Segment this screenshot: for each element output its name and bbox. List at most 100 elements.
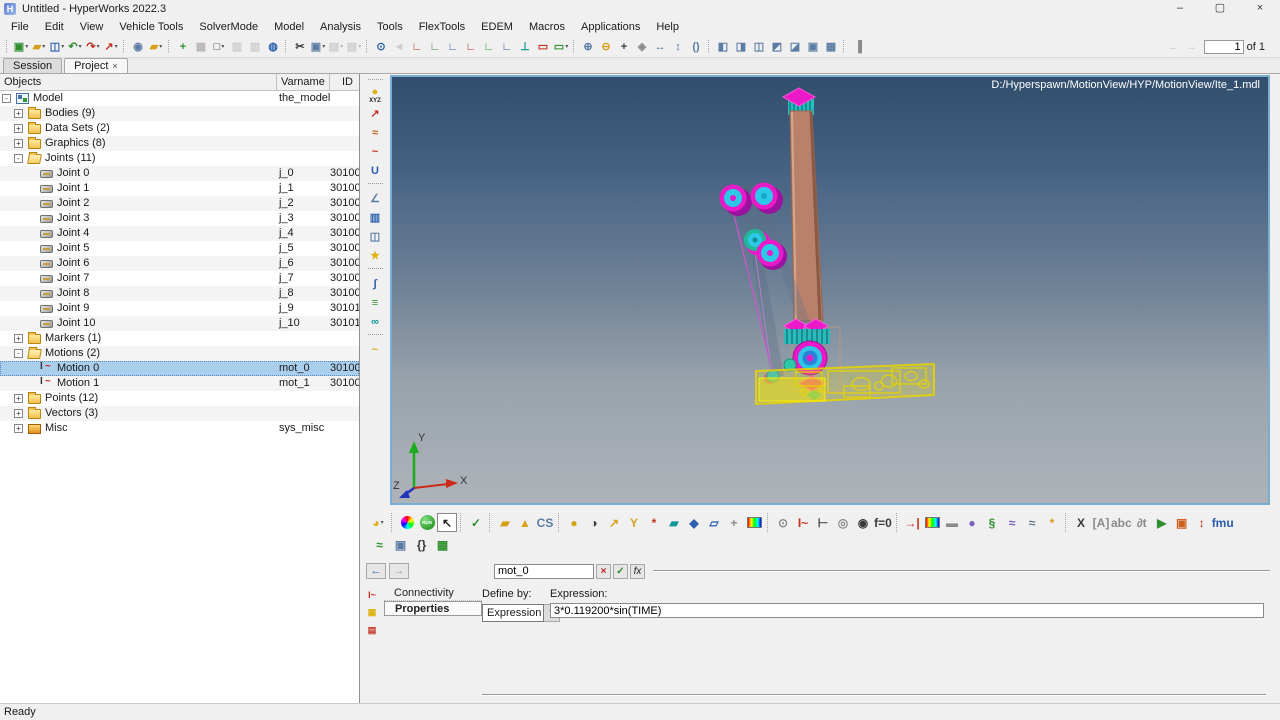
view-zy-icon[interactable]: ∟	[480, 38, 498, 55]
tree-item-label[interactable]: Joint 7	[57, 271, 89, 286]
derivative-icon[interactable]: ∂t	[1132, 513, 1152, 532]
viewport-3d[interactable]: Y X Z D:/Hyperspawn/MotionView/HYP/Motio…	[390, 75, 1270, 505]
tree-expander[interactable]	[26, 274, 35, 283]
tree-expander[interactable]	[26, 304, 35, 313]
motion-panel-icon[interactable]: I~	[365, 588, 380, 601]
table-panel-icon[interactable]: ▦	[365, 606, 380, 619]
tree-item-label[interactable]: Joint 6	[57, 256, 89, 271]
tree-expander[interactable]: -	[14, 154, 23, 163]
horizontal-arrows-icon[interactable]: ↔	[651, 38, 669, 55]
curve-icon[interactable]: ~	[365, 143, 385, 160]
page-star-icon[interactable]: ★	[365, 247, 385, 264]
maximize-button[interactable]: ▢	[1200, 0, 1240, 18]
menu-item[interactable]: Model	[266, 19, 312, 35]
tree-row[interactable]: Joint 3 j_3 301004	[0, 211, 359, 226]
braces-icon[interactable]: {}	[412, 536, 431, 554]
column-varname[interactable]: Varname	[277, 74, 330, 90]
tree-row[interactable]: Joint 8 j_8 301009	[0, 286, 359, 301]
tree-row[interactable]: Joint 9 j_9 301010	[0, 301, 359, 316]
expand-page-icon[interactable]: ▥	[228, 38, 246, 55]
tree-item-label[interactable]: Joint 2	[57, 196, 89, 211]
tree-expander[interactable]	[26, 319, 35, 328]
tree-item-label[interactable]: Motions (2)	[45, 346, 100, 361]
paste-special-icon[interactable]: ▤	[345, 38, 363, 55]
tree-expander[interactable]: +	[14, 334, 23, 343]
tree-item-label[interactable]: Vectors (3)	[45, 406, 98, 421]
axis-entity-icon[interactable]: +	[724, 513, 744, 532]
plot-signals-icon[interactable]: ≈	[370, 536, 389, 554]
tree-row[interactable]: + Vectors (3)	[0, 406, 359, 421]
graphic-entity-icon[interactable]: ▱	[704, 513, 724, 532]
user-profile-icon[interactable]: ◉	[129, 38, 147, 55]
marker-entity-icon[interactable]: *	[644, 513, 664, 532]
paste-icon[interactable]: ▤	[327, 38, 345, 55]
table-icon[interactable]: ▦	[433, 536, 452, 554]
tree-item-label[interactable]: Misc	[45, 421, 68, 436]
view-xz-icon[interactable]: ∟	[444, 38, 462, 55]
new-session-icon[interactable]: ▣	[12, 38, 30, 55]
beam-tool-icon[interactable]: ≈	[1022, 513, 1042, 532]
run-solver-icon[interactable]: RUN	[417, 513, 437, 532]
solver-run-icon[interactable]: ▶	[1152, 513, 1172, 532]
cg-entity-icon[interactable]: ◑	[584, 513, 604, 532]
view-yx-icon[interactable]: ∟	[426, 38, 444, 55]
tree-expander[interactable]	[26, 259, 35, 268]
save-session-icon[interactable]: ◫	[48, 38, 66, 55]
tree-row[interactable]: - Model the_model	[0, 91, 359, 106]
tree-expander[interactable]: +	[14, 139, 23, 148]
joint-tool-icon[interactable]: ⊙	[773, 513, 793, 532]
tracking-icon[interactable]: ≡	[365, 294, 385, 311]
tree-row[interactable]: Motion 1 mot_1 301002	[0, 376, 359, 391]
tree-row[interactable]: Motion 0 mot_0 301001	[0, 361, 359, 376]
tree-item-label[interactable]: Data Sets (2)	[45, 121, 110, 136]
expand-window-icon[interactable]: ▣	[804, 38, 822, 55]
tree-row[interactable]: - Joints (11)	[0, 151, 359, 166]
zoom-window-icon[interactable]: ⊕	[579, 38, 597, 55]
entity-name-field[interactable]	[494, 564, 594, 579]
tab-properties[interactable]: Properties	[384, 601, 482, 616]
model-warning-icon[interactable]: ▲	[515, 513, 535, 532]
notes-icon[interactable]: ▥	[365, 209, 385, 226]
tree-row[interactable]: + Misc sys_misc	[0, 421, 359, 436]
close-button[interactable]: ×	[1240, 0, 1280, 18]
swap-window-icon[interactable]: ◪	[786, 38, 804, 55]
apply-button[interactable]: ✓	[613, 564, 628, 579]
boundary-tool-icon[interactable]: →|	[902, 513, 922, 532]
contour-plot-icon[interactable]	[922, 513, 942, 532]
vector-entity-icon[interactable]: ↗	[604, 513, 624, 532]
tree-row[interactable]: Joint 1 j_1 301002	[0, 181, 359, 196]
tab-connectivity[interactable]: Connectivity	[384, 586, 482, 601]
menu-item[interactable]: Macros	[521, 19, 573, 35]
cut-icon[interactable]: ✂	[291, 38, 309, 55]
plane-entity-icon[interactable]: ▰	[664, 513, 684, 532]
page-number-field[interactable]	[1204, 40, 1244, 54]
report-template-icon[interactable]: ▣	[391, 536, 410, 554]
pan-hand-icon[interactable]: ◈	[633, 38, 651, 55]
view-iso-icon[interactable]: ⊥	[516, 38, 534, 55]
tree-item-label[interactable]: Joint 3	[57, 211, 89, 226]
tab-project[interactable]: Project ×	[64, 58, 128, 73]
redo-icon[interactable]: ↷	[84, 38, 102, 55]
tree-item-label[interactable]: Joint 8	[57, 286, 89, 301]
tree-item-label[interactable]: Joint 1	[57, 181, 89, 196]
tree-row[interactable]: + Data Sets (2)	[0, 121, 359, 136]
tree-row[interactable]: Joint 0 j_0 301001	[0, 166, 359, 181]
contact-tool-icon[interactable]: *	[1042, 513, 1062, 532]
tree-item-label[interactable]: Joints (11)	[45, 151, 96, 166]
column-id[interactable]: ID	[330, 74, 359, 90]
tree-row[interactable]: + Graphics (8)	[0, 136, 359, 151]
motion-tool-icon[interactable]: I~	[793, 513, 813, 532]
next-page-icon[interactable]: →	[1183, 38, 1201, 55]
paste-window-icon[interactable]: ◩	[768, 38, 786, 55]
panel-back-button[interactable]: ←	[366, 563, 386, 579]
script-icon[interactable]: X	[1071, 513, 1091, 532]
tree-row[interactable]: + Bodies (9)	[0, 106, 359, 121]
add-window-icon[interactable]: ◧	[714, 38, 732, 55]
panel-forward-button[interactable]: →	[389, 563, 409, 579]
export-ppt-icon[interactable]: ↗	[102, 38, 120, 55]
tree-expander[interactable]	[26, 199, 35, 208]
stereo-glasses-icon[interactable]: ∞	[365, 313, 385, 330]
previous-view-icon[interactable]: ◄	[390, 38, 408, 55]
tree-expander[interactable]	[26, 379, 35, 388]
tree-item-label[interactable]: Model	[33, 91, 63, 106]
